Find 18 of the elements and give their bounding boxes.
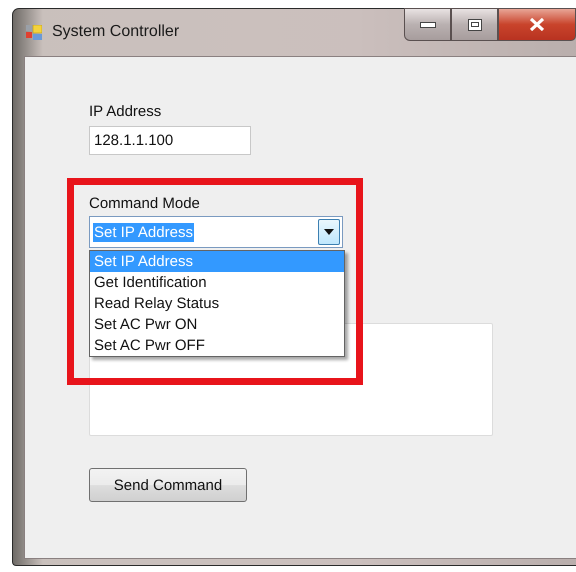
close-button[interactable] [498,8,576,41]
dropdown-option[interactable]: Set AC Pwr OFF [90,335,344,356]
close-icon [529,18,545,31]
command-mode-label: Command Mode [89,195,201,212]
minimize-button[interactable] [404,8,451,41]
app-icon [26,25,42,41]
window-title: System Controller [52,23,180,41]
send-command-button[interactable]: Send Command [89,468,247,502]
dropdown-option[interactable]: Get Identification [90,272,344,293]
minimize-icon [420,22,436,28]
ip-address-field[interactable]: 128.1.1.100 [89,126,251,155]
dropdown-arrow-button[interactable] [318,219,340,245]
dropdown-option[interactable]: Read Relay Status [90,293,344,314]
maximize-button[interactable] [451,8,498,41]
ip-address-label: IP Address [89,103,162,120]
caret-icon [324,229,334,235]
dropdown-option[interactable]: Set AC Pwr ON [90,314,344,335]
maximize-icon [468,18,482,30]
